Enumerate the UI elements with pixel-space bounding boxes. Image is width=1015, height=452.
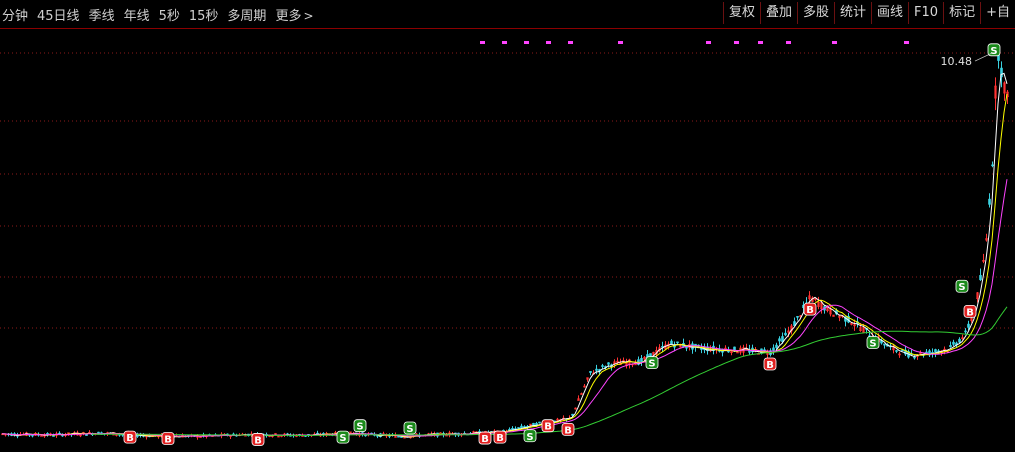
period-more-label: 更多 xyxy=(275,8,302,24)
signal-tick xyxy=(568,41,573,44)
f10-button[interactable]: F10 xyxy=(908,2,943,24)
signal-tick xyxy=(502,41,507,44)
candle-down xyxy=(979,275,982,281)
ma-long-line xyxy=(1,179,1008,437)
candle-down xyxy=(640,358,643,363)
buy-marker-label: B xyxy=(254,435,262,446)
ma-slow-line xyxy=(92,306,1008,436)
candle-down xyxy=(772,347,775,351)
candle-down xyxy=(589,371,592,373)
mark-button[interactable]: 标记 xyxy=(943,2,980,24)
buy-marker-label: B xyxy=(966,307,974,318)
peak-price-label: 10.48 xyxy=(941,55,973,68)
candle-down xyxy=(595,368,598,371)
candle-down xyxy=(85,434,88,436)
candle-down xyxy=(136,434,139,437)
signal-tick xyxy=(758,41,763,44)
sell-marker-label: S xyxy=(406,424,413,435)
signal-tick xyxy=(524,41,529,44)
candle-down xyxy=(538,421,541,424)
candle-down xyxy=(913,356,916,359)
buy-marker-label: B xyxy=(766,360,774,371)
draw-line-button[interactable]: 画线 xyxy=(871,2,908,24)
buy-marker-label: B xyxy=(164,435,172,446)
sell-marker-label: S xyxy=(356,422,363,433)
buy-marker-label: B xyxy=(126,433,134,444)
signal-tick xyxy=(706,41,711,44)
candle-down xyxy=(511,427,514,430)
chevron-right-icon: > xyxy=(303,8,314,23)
candle-down xyxy=(607,362,610,365)
tool-buttons: 复权 叠加 多股 统计 画线 F10 标记 +自 xyxy=(722,2,1015,26)
buy-marker-label: B xyxy=(806,305,814,316)
period-minute[interactable]: 分钟 xyxy=(2,5,28,24)
candle-down xyxy=(727,350,730,353)
signal-tick xyxy=(786,41,791,44)
sell-marker-label: S xyxy=(648,359,655,370)
period-45day[interactable]: 45日线 xyxy=(37,5,80,24)
candle-down xyxy=(397,435,400,438)
period-year[interactable]: 年线 xyxy=(124,5,150,24)
overlay-button[interactable]: 叠加 xyxy=(759,2,797,24)
statistics-button[interactable]: 统计 xyxy=(834,2,871,24)
signal-tick xyxy=(734,41,739,44)
candle-down xyxy=(52,435,55,437)
candle-down xyxy=(520,425,523,429)
candle-down xyxy=(775,344,778,348)
buy-marker-label: B xyxy=(564,425,572,436)
period-5sec[interactable]: 5秒 xyxy=(159,5,180,24)
candle-down xyxy=(934,349,937,353)
sell-marker-label: S xyxy=(990,46,997,57)
sell-marker-label: S xyxy=(339,433,346,444)
multi-stock-button[interactable]: 多股 xyxy=(797,2,834,24)
candle-down xyxy=(685,346,688,349)
candle-down xyxy=(778,338,781,342)
candle-down xyxy=(967,323,970,328)
add-watchlist-button[interactable]: +自 xyxy=(980,2,1015,24)
signal-tick xyxy=(832,41,837,44)
candle-down xyxy=(958,338,961,343)
buy-marker-label: B xyxy=(481,434,489,445)
candle-down xyxy=(676,341,679,344)
candle-down xyxy=(571,413,574,416)
price-label-leader xyxy=(974,52,993,62)
period-quarter[interactable]: 季线 xyxy=(89,5,115,24)
sell-marker-label: S xyxy=(958,282,965,293)
ma-short-line xyxy=(1,72,1008,438)
candle-down xyxy=(670,340,673,345)
signal-tick xyxy=(904,41,909,44)
period-more[interactable]: 更多 > xyxy=(275,5,313,24)
buy-marker-label: B xyxy=(544,422,552,433)
candle-down xyxy=(949,345,952,348)
candle-down xyxy=(31,434,34,437)
sell-marker-label: S xyxy=(526,432,533,443)
candle-down xyxy=(952,341,955,345)
signal-tick xyxy=(480,41,485,44)
signal-tick xyxy=(618,41,623,44)
candle-down xyxy=(601,365,604,367)
candle-down xyxy=(517,427,520,429)
adjust-button[interactable]: 复权 xyxy=(722,2,760,24)
chart-toolbar: 分钟 45日线 季线 年线 5秒 15秒 多周期 更多 > 复权 叠加 多股 统计… xyxy=(0,0,1015,29)
candle-down xyxy=(883,343,886,346)
candle-down xyxy=(988,198,991,205)
period-selector: 分钟 45日线 季线 年线 5秒 15秒 多周期 更多 > xyxy=(2,0,323,28)
period-multi[interactable]: 多周期 xyxy=(227,5,266,24)
candle-down xyxy=(895,350,898,352)
candle-down xyxy=(991,164,994,167)
candlestick-chart[interactable]: B B B B B B B B B B S S S S S S S S 10.48 xyxy=(0,29,1015,452)
kline-canvas[interactable]: B B B B BB BBBBSS SSSSSS10.48 xyxy=(0,29,1015,452)
ma-mid-line xyxy=(1,93,1008,438)
candle-down xyxy=(784,332,787,336)
candle-down xyxy=(796,316,799,318)
candle-down xyxy=(964,330,967,333)
sell-marker-label: S xyxy=(869,338,876,349)
buy-marker-label: B xyxy=(496,433,504,444)
signal-tick xyxy=(546,41,551,44)
period-15sec[interactable]: 15秒 xyxy=(189,5,219,24)
